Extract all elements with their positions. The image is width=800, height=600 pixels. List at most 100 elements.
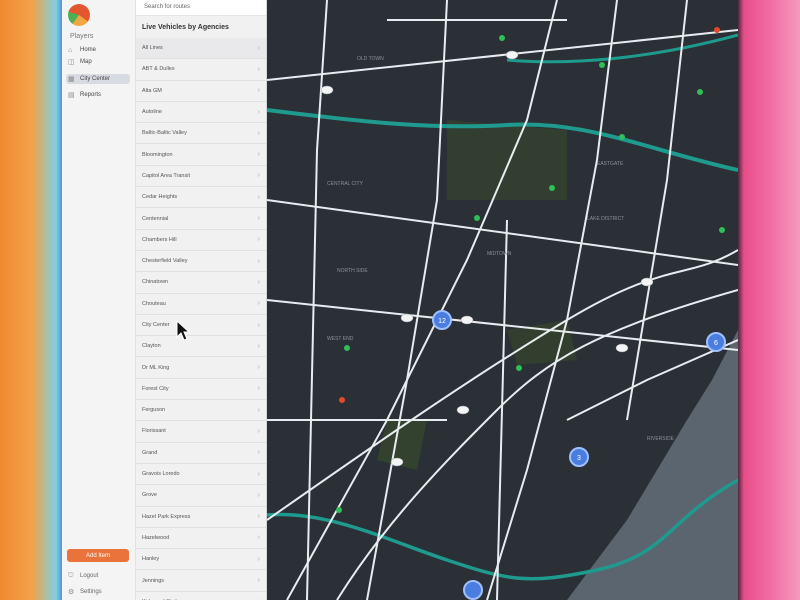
signal-green-marker bbox=[499, 35, 505, 41]
chevron-right-icon: › bbox=[257, 236, 260, 244]
interchange-marker bbox=[456, 405, 470, 415]
signal-green-marker bbox=[719, 227, 725, 233]
nav-item-label: Map bbox=[80, 59, 92, 65]
logout-link[interactable]: ⎋ Logout bbox=[68, 572, 98, 580]
interchange-marker bbox=[400, 313, 414, 323]
agency-list-item[interactable]: Hazel Park Express › bbox=[136, 507, 266, 528]
agency-list-item[interactable]: Chouteau › bbox=[136, 294, 266, 315]
agency-name: Alta GM bbox=[142, 87, 162, 94]
agency-list-item[interactable]: Grand › bbox=[136, 443, 266, 464]
transit-hub[interactable] bbox=[463, 580, 483, 600]
agency-list-item[interactable]: Clayton › bbox=[136, 336, 266, 358]
agency-list-item[interactable]: Baltic-Baltic Valley › bbox=[136, 123, 266, 145]
signal-green-marker bbox=[344, 345, 350, 351]
map-label: NORTH SIDE bbox=[337, 268, 368, 274]
interchange-marker bbox=[640, 277, 654, 287]
agency-name: Dr ML King bbox=[142, 364, 170, 371]
agency-list-item[interactable]: Chinatown › bbox=[136, 272, 266, 294]
chevron-right-icon: › bbox=[257, 257, 260, 265]
logout-label: Logout bbox=[80, 573, 99, 579]
app-logo bbox=[68, 4, 90, 26]
transit-hub[interactable]: 3 bbox=[569, 447, 589, 467]
transit-hub[interactable]: 6 bbox=[706, 332, 726, 352]
chevron-right-icon: › bbox=[257, 491, 260, 499]
interchange-marker bbox=[460, 315, 474, 325]
chevron-right-icon: › bbox=[257, 470, 260, 478]
agency-name: Chambers Hill bbox=[142, 236, 177, 243]
agency-list-item[interactable]: City Center › bbox=[136, 315, 266, 337]
mouse-cursor-icon bbox=[176, 320, 191, 341]
agency-name: Hazel Park Express bbox=[142, 513, 191, 520]
agency-list-item[interactable]: Forest City › bbox=[136, 379, 266, 401]
agency-list-panel: Search for routes Live Vehicles by Agenc… bbox=[136, 0, 267, 600]
hub-label: 6 bbox=[714, 340, 718, 347]
agency-name: Cedar Heights bbox=[142, 194, 178, 201]
map-label: WEST END bbox=[327, 336, 354, 342]
agency-list-item[interactable]: Jennings › bbox=[136, 570, 266, 592]
chevron-right-icon: › bbox=[257, 364, 260, 372]
agency-list-item[interactable]: Capitol Area Transit › bbox=[136, 166, 266, 188]
chevron-right-icon: › bbox=[257, 172, 260, 180]
agency-list-item[interactable]: Grove › bbox=[136, 485, 266, 507]
agency-list-item[interactable]: Chesterfield Valley › bbox=[136, 251, 266, 273]
signal-green-marker bbox=[697, 89, 703, 95]
nav-item-label: City Center bbox=[80, 76, 111, 82]
agency-list-item[interactable]: Alta GM › bbox=[136, 81, 266, 102]
gear-icon: ⚙ bbox=[68, 589, 75, 596]
map-label: LAKE DISTRICT bbox=[587, 216, 624, 222]
agency-list-item[interactable]: Ferguson › bbox=[136, 400, 266, 422]
transit-hub[interactable]: 12 bbox=[432, 310, 452, 330]
map-label: EASTGATE bbox=[597, 161, 624, 167]
nav-item-map[interactable]: ◫ Map bbox=[66, 57, 130, 67]
signal-green-marker bbox=[599, 62, 605, 68]
chevron-right-icon: › bbox=[257, 193, 260, 201]
agency-name: City Center bbox=[142, 322, 170, 328]
chevron-right-icon: › bbox=[257, 385, 260, 393]
agency-name: Chouteau bbox=[142, 300, 166, 307]
logout-icon: ⎋ bbox=[68, 572, 74, 579]
agency-list-item[interactable]: Cedar Heights › bbox=[136, 187, 266, 209]
left-nav: Players ⌂ Home ◫ Map ▦ City Center ▤ Rep… bbox=[62, 0, 136, 600]
chevron-right-icon: › bbox=[257, 129, 260, 137]
agency-list-item[interactable]: All Lines › bbox=[136, 38, 266, 60]
agency-name: Centennial bbox=[142, 215, 169, 222]
nav-section-label: Players bbox=[70, 33, 94, 40]
agency-list-item[interactable]: Kirkwood Station› bbox=[136, 592, 266, 600]
agency-list-item[interactable]: Autoline › bbox=[136, 102, 266, 124]
chevron-right-icon: › bbox=[257, 151, 260, 159]
agency-list-item[interactable]: Hazelwood › bbox=[136, 528, 266, 550]
agency-list-item[interactable]: Chambers Hill › bbox=[136, 230, 266, 251]
city-map[interactable]: CENTRAL CITY MIDTOWN OLD TOWN RIVERSIDE … bbox=[266, 0, 738, 600]
signal-green-marker bbox=[474, 215, 480, 221]
agency-name: Gravois Loredo bbox=[142, 471, 180, 478]
agency-name: Capitol Area Transit bbox=[142, 172, 190, 179]
interchange-marker bbox=[615, 343, 629, 353]
agency-list-item[interactable]: ABT & Dulles › bbox=[136, 59, 266, 81]
agency-list-item[interactable]: Dr ML King › bbox=[136, 357, 266, 379]
interchange-marker bbox=[320, 85, 334, 95]
agency-name: Forest City bbox=[142, 385, 169, 392]
settings-link[interactable]: ⚙ Settings bbox=[68, 588, 102, 596]
agency-name: Jennings bbox=[142, 577, 165, 584]
chevron-right-icon: › bbox=[257, 406, 260, 414]
route-search-input[interactable]: Search for routes bbox=[136, 0, 266, 16]
add-item-button[interactable]: Add Item bbox=[67, 549, 129, 562]
chevron-right-icon: › bbox=[257, 215, 260, 223]
map-canvas[interactable]: CENTRAL CITY MIDTOWN OLD TOWN RIVERSIDE … bbox=[266, 0, 738, 600]
chevron-right-icon: › bbox=[257, 108, 260, 116]
agency-list-item[interactable]: Centennial › bbox=[136, 208, 266, 230]
agency-list-item[interactable]: Hanley › bbox=[136, 549, 266, 571]
agency-list-item[interactable]: Bloomington › bbox=[136, 144, 266, 166]
building-icon: ▦ bbox=[68, 75, 75, 83]
agency-list-item[interactable]: Florissant › bbox=[136, 421, 266, 443]
agency-list-item[interactable]: Gravois Loredo › bbox=[136, 464, 266, 486]
chevron-right-icon: › bbox=[257, 44, 260, 52]
agency-name: Ferguson bbox=[142, 407, 166, 414]
agency-name: Grand bbox=[142, 449, 158, 456]
nav-item-home[interactable]: ⌂ Home bbox=[66, 45, 130, 55]
agency-name: All Lines bbox=[142, 45, 163, 52]
app-window: Players ⌂ Home ◫ Map ▦ City Center ▤ Rep… bbox=[62, 0, 738, 600]
nav-item-reports[interactable]: ▤ Reports bbox=[66, 90, 130, 100]
nav-item-city-center[interactable]: ▦ City Center bbox=[66, 74, 130, 84]
nav-item-label: Home bbox=[80, 47, 97, 53]
